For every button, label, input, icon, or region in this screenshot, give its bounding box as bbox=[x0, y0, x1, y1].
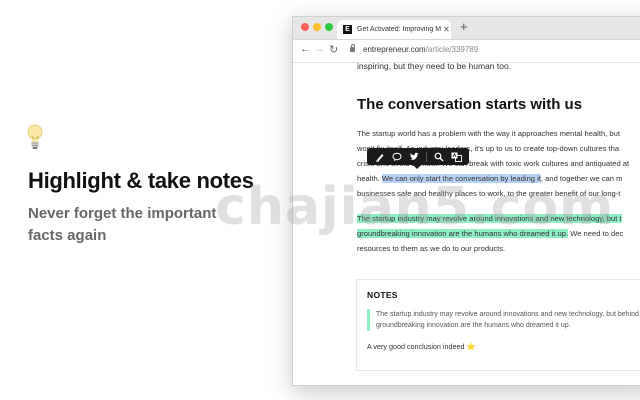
paragraph-text: We need to dec bbox=[568, 229, 624, 238]
browser-toolbar: ← → ↻ entrepreneur.com/article/339789 bbox=[293, 40, 640, 63]
tab-title: Get Activated: Improving Ment bbox=[357, 26, 441, 33]
lightbulb-icon bbox=[27, 124, 43, 149]
address-bar[interactable]: entrepreneur.com/article/339789 bbox=[363, 45, 478, 54]
lock-icon bbox=[350, 44, 355, 52]
paragraph-line: health. We can only start the conversati… bbox=[357, 171, 629, 186]
quote-line: groundbreaking innovation are the humans… bbox=[376, 322, 571, 329]
paragraph-line: groundbreaking innovation are the humans… bbox=[357, 226, 623, 241]
translate-icon[interactable] bbox=[450, 151, 462, 163]
browser-tab[interactable]: E Get Activated: Improving Ment ✕ bbox=[337, 20, 451, 39]
highlighter-icon[interactable] bbox=[374, 151, 386, 163]
minimize-window-button[interactable] bbox=[313, 23, 321, 31]
green-highlight[interactable]: The startup industry may revolve around … bbox=[357, 214, 622, 223]
paragraph-line: resources to them as we do to our produc… bbox=[357, 244, 506, 253]
title-bar: E Get Activated: Improving Ment ✕ + bbox=[293, 17, 640, 40]
site-favicon-icon: E bbox=[343, 25, 352, 34]
paragraph-line: The startup world has a problem with the… bbox=[357, 129, 620, 138]
new-tab-button[interactable]: + bbox=[460, 19, 468, 34]
promo-title: Highlight & take notes bbox=[28, 168, 254, 193]
notes-title: NOTES bbox=[367, 290, 398, 300]
search-icon[interactable] bbox=[433, 151, 445, 163]
paragraph-line: businesses safe and healthy places to wo… bbox=[357, 189, 621, 198]
article-heading: The conversation starts with us bbox=[357, 96, 583, 113]
toolbar-separator bbox=[426, 151, 428, 162]
close-window-button[interactable] bbox=[301, 23, 309, 31]
note-comment-text: A very good conclusion indeed bbox=[367, 342, 465, 351]
star-emoji-icon: ⭐ bbox=[466, 342, 476, 351]
notes-panel: NOTES The startup industry may revolve a… bbox=[356, 279, 640, 371]
twitter-icon[interactable] bbox=[409, 151, 421, 163]
article-paragraph-2: The startup industry may revolve around … bbox=[357, 211, 623, 256]
quote-line: The startup industry may revolve around … bbox=[376, 311, 639, 318]
highlight-toolbar bbox=[367, 148, 469, 169]
url-path: /article/339789 bbox=[425, 45, 479, 54]
comment-icon[interactable] bbox=[391, 151, 403, 163]
maximize-window-button[interactable] bbox=[325, 23, 333, 31]
green-highlight[interactable]: groundbreaking innovation are the humans… bbox=[357, 229, 569, 238]
note-quote[interactable]: The startup industry may revolve around … bbox=[367, 309, 640, 331]
article-text-top: inspiring, but they need to be human too… bbox=[357, 61, 512, 71]
back-arrow-icon[interactable]: ← bbox=[300, 43, 311, 55]
note-comment[interactable]: A very good conclusion indeed ⭐ bbox=[367, 342, 475, 351]
reload-icon[interactable]: ↻ bbox=[329, 43, 338, 56]
paragraph-line: The startup industry may revolve around … bbox=[357, 211, 623, 226]
url-domain: entrepreneur.com bbox=[363, 45, 426, 54]
forward-arrow-icon[interactable]: → bbox=[314, 43, 325, 55]
blue-highlight[interactable]: We can only start the conversation by le… bbox=[381, 174, 541, 183]
promo-subtitle: Never forget the important facts again bbox=[28, 205, 217, 244]
paragraph-text: , and together we can m bbox=[540, 174, 623, 183]
tab-close-icon[interactable]: ✕ bbox=[443, 25, 450, 34]
paragraph-text: health. bbox=[357, 174, 382, 183]
